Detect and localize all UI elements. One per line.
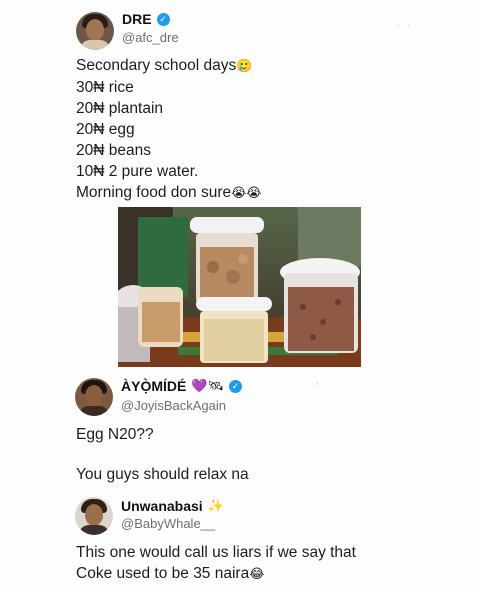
reply-line: Coke used to be 35 naira😂	[76, 565, 265, 582]
verified-badge-icon: ✓	[229, 379, 243, 393]
author-handle[interactable]: @BabyWhale__	[121, 516, 215, 531]
more-options-icon[interactable]: ′	[316, 380, 318, 394]
author-handle[interactable]: @JoyisBackAgain	[121, 398, 226, 413]
tweet-photo[interactable]	[118, 207, 361, 367]
smiling-tear-emoji: 🥲	[236, 58, 253, 73]
author-handle[interactable]: @afc_dre	[122, 30, 179, 45]
avatar-dre[interactable]	[76, 12, 114, 50]
tweet-line: 20₦ beans	[76, 142, 151, 159]
food-containers-image	[118, 207, 361, 367]
tweet-line: 20₦ egg	[76, 121, 135, 138]
tweet-line: 30₦ rice	[76, 79, 134, 96]
heart-satellite-emoji: 💜🛰	[191, 378, 225, 393]
author-name[interactable]: DRE	[122, 11, 152, 27]
avatar-unwanabasi[interactable]	[75, 497, 113, 535]
reply-line: You guys should relax na	[76, 466, 249, 483]
verified-badge-icon: ✓	[156, 12, 170, 26]
avatar-ayomide[interactable]	[75, 378, 113, 416]
tweet-line: 10₦ 2 pure water.	[76, 163, 199, 180]
crying-emoji: 😭😭	[231, 185, 262, 200]
author-name[interactable]: Unwanabasi	[121, 498, 203, 514]
tweet-line: Morning food don sure😭😭	[76, 184, 262, 201]
reply-tweet-2: Unwanabasi ✨ @BabyWhale__ This one would…	[0, 492, 480, 591]
original-tweet: DRE ✓ @afc_dre · · Secondary school days…	[0, 0, 480, 201]
reply-line: This one would call us liars if we say t…	[76, 544, 356, 561]
tweet-line: Secondary school days🥲	[76, 57, 253, 74]
author-name[interactable]: ÀYỌ̀MÍDÉ	[121, 378, 186, 394]
reply-line: Egg N20??	[76, 426, 154, 443]
reply-tweet-1: ÀYỌ̀MÍDÉ 💜🛰 ✓ @JoyisBackAgain ′ Egg N20?…	[0, 370, 480, 485]
laughing-emoji: 😂	[249, 566, 265, 581]
more-options-icon[interactable]: · ·	[396, 18, 411, 32]
tweet-line: 20₦ plantain	[76, 100, 164, 117]
sparkles-emoji: ✨	[207, 498, 224, 513]
